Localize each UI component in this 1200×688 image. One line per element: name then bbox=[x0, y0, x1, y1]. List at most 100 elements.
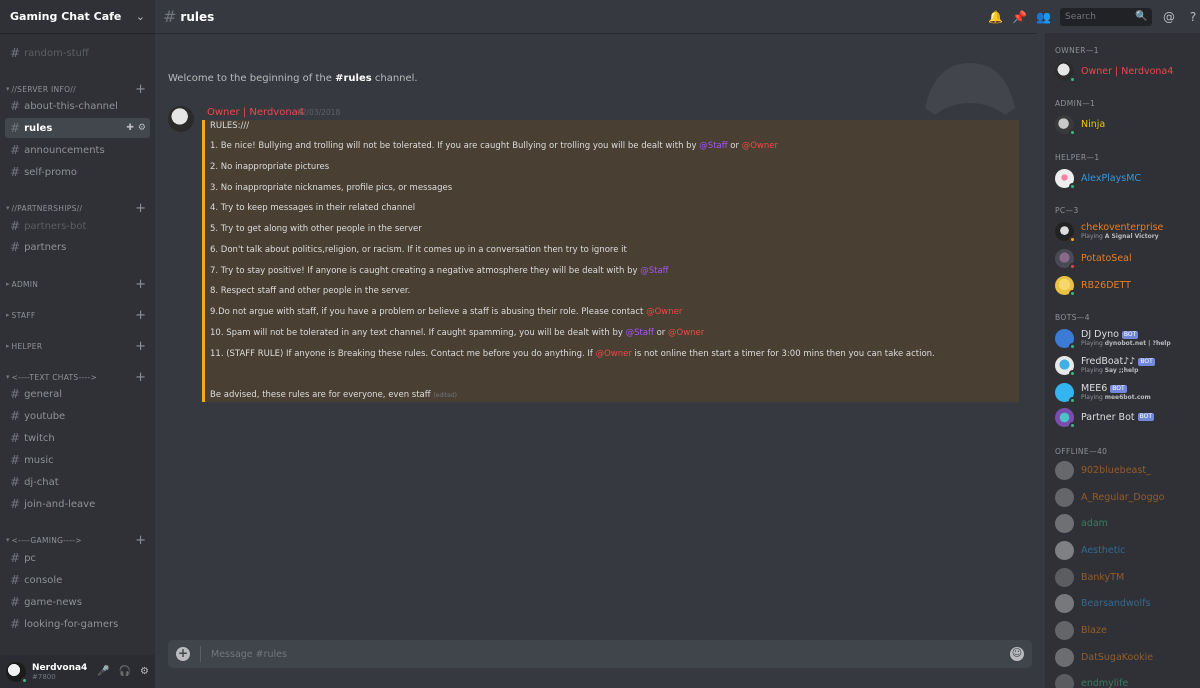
message-author[interactable]: Owner | Nerdvona4 bbox=[207, 107, 304, 118]
member-name: FredBoat♪♪ BOT bbox=[1081, 356, 1155, 367]
message-timestamp: 02/03/2018 bbox=[297, 108, 341, 117]
gear-icon[interactable]: ⚙ bbox=[138, 123, 146, 133]
channel-game-news[interactable]: # game-news bbox=[5, 592, 150, 612]
rule-text: or bbox=[727, 141, 742, 151]
channel-label: random-stuff bbox=[24, 47, 89, 59]
rule-line: 7. Try to stay positive! If anyone is ca… bbox=[210, 266, 669, 276]
member-name: BankyTM bbox=[1081, 571, 1125, 583]
pin-icon[interactable]: 📌 bbox=[1012, 10, 1027, 24]
online-status-icon bbox=[1069, 342, 1076, 350]
category-label: <----GAMING----> bbox=[11, 535, 82, 545]
channel-twitch[interactable]: # twitch bbox=[5, 428, 150, 448]
gear-icon[interactable]: ⚙ bbox=[140, 666, 149, 677]
help-icon[interactable]: ? bbox=[1186, 10, 1200, 24]
mention-owner[interactable]: @Owner bbox=[742, 141, 778, 151]
member-name: Bearsandwolfs bbox=[1081, 597, 1151, 609]
member-offline[interactable]: DatSugaKookie bbox=[1055, 645, 1195, 669]
channel-dj-chat[interactable]: # dj-chat bbox=[5, 472, 150, 492]
category-staff[interactable]: ▸ STAFF + bbox=[6, 308, 146, 322]
message-input[interactable] bbox=[211, 648, 1010, 660]
channel-partners[interactable]: # partners bbox=[5, 237, 150, 257]
channel-looking-for-gamers[interactable]: # looking-for-gamers bbox=[5, 614, 150, 634]
add-channel-icon[interactable]: + bbox=[135, 202, 146, 215]
emoji-icon[interactable]: ☺ bbox=[1010, 647, 1024, 661]
channel-announcements[interactable]: # announcements bbox=[5, 140, 150, 160]
avatar bbox=[1055, 620, 1074, 640]
member-alexplaysmc[interactable]: AlexPlaysMC bbox=[1055, 166, 1195, 190]
search-input[interactable] bbox=[1065, 11, 1135, 22]
member-mee6[interactable]: MEE6 BOT Playing mee6bot.com bbox=[1055, 380, 1195, 404]
member-name: Partner Bot BOT bbox=[1081, 412, 1155, 423]
member-potatoseal[interactable]: PotatoSeal bbox=[1055, 246, 1195, 270]
channel-join-and-leave[interactable]: # join-and-leave bbox=[5, 494, 150, 514]
channel-about-this-channel[interactable]: # about-this-channel bbox=[5, 96, 150, 116]
member-offline[interactable]: endmylife bbox=[1055, 671, 1195, 688]
add-channel-icon[interactable]: + bbox=[135, 83, 146, 96]
bell-icon[interactable]: 🔔 bbox=[988, 10, 1003, 24]
mention-icon[interactable]: @ bbox=[1162, 10, 1176, 24]
rules-heading: RULES:/// bbox=[210, 121, 250, 131]
member-rb26dett[interactable]: RB26DETT bbox=[1055, 273, 1195, 297]
member-group-admin: ADMIN—1 bbox=[1055, 99, 1096, 108]
member-offline[interactable]: adam bbox=[1055, 511, 1195, 535]
chevron-down-icon[interactable]: ⌄ bbox=[136, 10, 145, 23]
channel-random-stuff[interactable]: # random-stuff bbox=[5, 43, 150, 63]
category-label: HELPER bbox=[11, 341, 43, 351]
category-helper[interactable]: ▸ HELPER + bbox=[6, 339, 146, 353]
member-name: Blaze bbox=[1081, 624, 1107, 636]
search-box[interactable]: 🔍 bbox=[1060, 7, 1152, 26]
mention-owner[interactable]: @Owner bbox=[668, 328, 704, 338]
add-channel-icon[interactable]: + bbox=[135, 340, 146, 353]
mention-staff[interactable]: @Staff bbox=[640, 266, 668, 276]
member-chekoventerprise[interactable]: chekoventerprise Playing A Signal Victory bbox=[1055, 219, 1195, 243]
server-header[interactable]: Gaming Chat Cafe ⌄ bbox=[0, 0, 155, 33]
hash-icon: # bbox=[10, 497, 21, 511]
category-text-chats[interactable]: ▾ <----TEXT CHATS----> + bbox=[6, 370, 146, 384]
member-offline[interactable]: Blaze bbox=[1055, 618, 1195, 642]
mention-owner[interactable]: @Owner bbox=[596, 349, 632, 359]
add-channel-icon[interactable]: + bbox=[135, 278, 146, 291]
members-icon[interactable]: 👥 bbox=[1036, 10, 1051, 24]
member-dj-dyno[interactable]: DJ Dyno BOT Playing dynobot.net | ?help bbox=[1055, 326, 1195, 350]
mention-staff[interactable]: @Staff bbox=[626, 328, 654, 338]
category-admin[interactable]: ▸ ADMIN + bbox=[6, 277, 146, 291]
channel-label: game-news bbox=[24, 596, 82, 608]
channel-music[interactable]: # music bbox=[5, 450, 150, 470]
rule-text: or bbox=[653, 328, 668, 338]
hash-icon: # bbox=[10, 121, 21, 135]
channel-console[interactable]: # console bbox=[5, 570, 150, 590]
member-ninja[interactable]: Ninja bbox=[1055, 112, 1195, 136]
member-offline[interactable]: Bearsandwolfs bbox=[1055, 591, 1195, 615]
channel-youtube[interactable]: # youtube bbox=[5, 406, 150, 426]
member-offline[interactable]: A_Regular_Doggo bbox=[1055, 485, 1195, 509]
avatar[interactable] bbox=[6, 661, 28, 684]
member-offline[interactable]: BankyTM bbox=[1055, 565, 1195, 589]
add-channel-icon[interactable]: + bbox=[135, 309, 146, 322]
headphones-icon[interactable]: 🎧 bbox=[119, 666, 131, 677]
member-owner[interactable]: Owner | Nerdvona4 bbox=[1055, 59, 1195, 83]
member-offline[interactable]: Aesthetic bbox=[1055, 538, 1195, 562]
channel-general[interactable]: # general bbox=[5, 384, 150, 404]
add-channel-icon[interactable]: + bbox=[135, 534, 146, 547]
category-partnerships[interactable]: ▾//PARTNERSHIPS// + bbox=[6, 201, 146, 215]
channel-pc[interactable]: # pc bbox=[5, 548, 150, 568]
upload-plus-icon[interactable]: + bbox=[176, 647, 190, 661]
mention-owner[interactable]: @Owner bbox=[646, 307, 682, 317]
channel-partners-bot[interactable]: # partners-bot bbox=[5, 216, 150, 236]
activity-name: Say ;;help bbox=[1104, 367, 1139, 374]
microphone-icon[interactable]: 🎤 bbox=[97, 666, 109, 677]
channel-rules[interactable]: # rules ✚ ⚙ bbox=[5, 118, 150, 138]
mention-staff[interactable]: @Staff bbox=[699, 141, 727, 151]
online-status-icon bbox=[1069, 421, 1076, 429]
member-offline[interactable]: 902bluebeast_ bbox=[1055, 458, 1195, 482]
category-server-info[interactable]: ▾//SERVER INFO// + bbox=[6, 82, 146, 96]
member-fredboat[interactable]: FredBoat♪♪ BOT Playing Say ;;help bbox=[1055, 353, 1195, 377]
member-partner-bot[interactable]: Partner Bot BOT bbox=[1055, 405, 1195, 429]
invite-icon[interactable]: ✚ bbox=[126, 123, 134, 133]
add-channel-icon[interactable]: + bbox=[135, 371, 146, 384]
category-gaming[interactable]: ▾ <----GAMING----> + bbox=[6, 533, 146, 547]
avatar[interactable] bbox=[168, 106, 194, 132]
member-name: endmylife bbox=[1081, 677, 1129, 688]
member-name-text: MEE6 bbox=[1081, 383, 1108, 394]
channel-self-promo[interactable]: # self-promo bbox=[5, 162, 150, 182]
